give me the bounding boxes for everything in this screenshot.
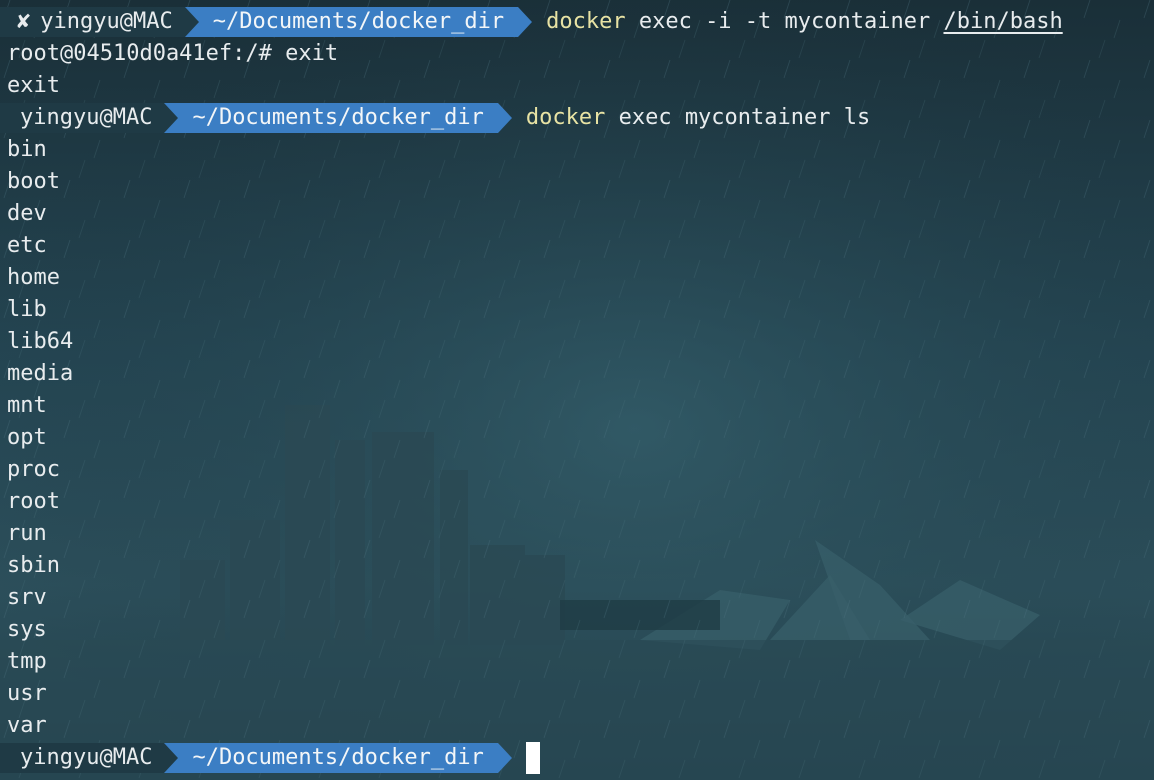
prompt-user: yingyu@MAC [20, 105, 153, 130]
ls-output-line: bin [7, 137, 47, 162]
ls-output: bin boot dev etc home lib lib64 media mn… [0, 134, 1154, 742]
prompt-user-segment: ✘ yingyu@MAC [0, 7, 185, 37]
command-args: exec -i -t mycontainer [625, 9, 944, 34]
container-prompt-line: root@04510d0a41ef:/# exit [7, 41, 339, 66]
prompt-line-2: yingyu@MAC ~/Documents/docker_dir docker… [0, 102, 1154, 134]
ls-output-line: run [7, 521, 47, 546]
ls-output-line: media [7, 361, 74, 386]
prompt-user: yingyu@MAC [40, 9, 173, 34]
ls-output-line: usr [7, 681, 47, 706]
powerline-arrow-icon [164, 103, 179, 133]
ls-output-line: etc [7, 233, 47, 258]
ls-output-line: lib [7, 297, 47, 322]
command-args: exec mycontainer ls [605, 105, 871, 130]
ls-output-line: opt [7, 425, 47, 450]
ls-output-line: var [7, 713, 47, 738]
prompt-dir-segment: ~/Documents/docker_dir [178, 743, 498, 773]
error-status-icon: ✘ [17, 9, 31, 34]
terminal-cursor[interactable] [525, 742, 540, 774]
ls-output-line: boot [7, 169, 60, 194]
prompt-user: yingyu@MAC [20, 745, 153, 770]
prompt-dir-segment: ~/Documents/docker_dir [178, 103, 498, 133]
exit-output-line: exit [7, 73, 60, 98]
powerline-arrow-icon [518, 7, 533, 37]
prompt-user-segment: yingyu@MAC [0, 743, 165, 773]
prompt-user-segment: yingyu@MAC [0, 103, 165, 133]
ls-output-line: proc [7, 457, 60, 482]
command-name: docker [546, 9, 626, 34]
powerline-arrow-icon [184, 7, 199, 37]
prompt-line-1: ✘ yingyu@MAC ~/Documents/docker_dir dock… [0, 6, 1154, 38]
ls-output-line: tmp [7, 649, 47, 674]
prompt-dir: ~/Documents/docker_dir [212, 9, 505, 34]
ls-output-line: sbin [7, 553, 60, 578]
ls-output-line: root [7, 489, 60, 514]
ls-output-line: srv [7, 585, 47, 610]
ls-output-line: lib64 [7, 329, 74, 354]
powerline-arrow-icon [497, 103, 512, 133]
prompt-dir: ~/Documents/docker_dir [192, 745, 484, 770]
ls-output-line: home [7, 265, 60, 290]
ls-output-line: mnt [7, 393, 47, 418]
powerline-arrow-icon [497, 743, 512, 773]
ls-output-line: dev [7, 201, 47, 226]
command-path: /bin/bash [943, 9, 1063, 34]
terminal-window[interactable]: ✘ yingyu@MAC ~/Documents/docker_dir dock… [0, 6, 1154, 774]
command-name: docker [525, 105, 606, 130]
powerline-arrow-icon [164, 743, 179, 773]
prompt-line-3[interactable]: yingyu@MAC ~/Documents/docker_dir [0, 742, 1154, 774]
prompt-dir: ~/Documents/docker_dir [192, 105, 484, 130]
ls-output-line: sys [7, 617, 47, 642]
prompt-dir-segment: ~/Documents/docker_dir [198, 7, 519, 37]
